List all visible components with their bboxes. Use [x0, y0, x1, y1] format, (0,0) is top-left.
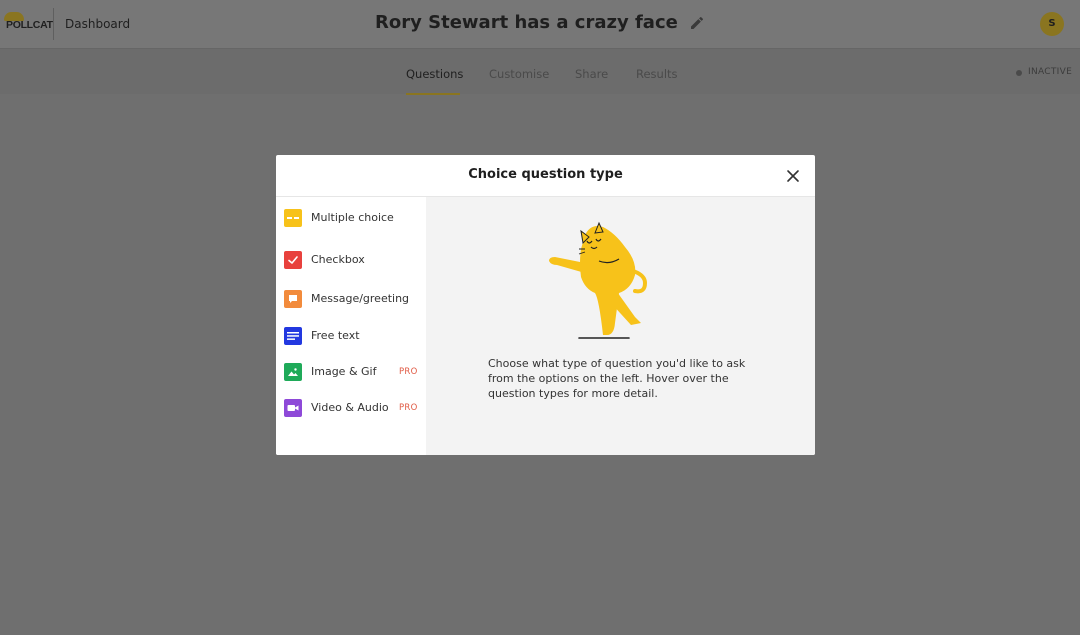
option-label: Checkbox — [311, 253, 365, 266]
question-type-list: Multiple choice Checkbox Message/greetin… — [276, 197, 426, 455]
question-type-detail-panel: Choose what type of question you'd like … — [426, 197, 815, 455]
message-icon — [284, 290, 302, 308]
option-label: Free text — [311, 329, 360, 342]
modal-title: Choice question type — [468, 167, 623, 182]
instruction-text: Choose what type of question you'd like … — [488, 357, 746, 400]
option-image-gif[interactable]: Image & Gif PRO — [284, 360, 424, 384]
free-text-icon — [284, 327, 302, 345]
option-label: Multiple choice — [311, 211, 394, 224]
checkbox-icon — [284, 251, 302, 269]
option-label: Message/greeting — [311, 292, 410, 305]
option-video-audio[interactable]: Video & Audio PRO — [284, 396, 424, 420]
tab-results[interactable]: Results — [636, 67, 678, 81]
image-icon — [284, 363, 302, 381]
survey-title[interactable]: Rory Stewart has a crazy face — [375, 12, 678, 33]
title-wrap: Rory Stewart has a crazy face — [0, 12, 1080, 33]
active-tab-indicator — [406, 93, 460, 95]
video-icon — [284, 399, 302, 417]
tab-customise[interactable]: Customise — [489, 67, 549, 81]
status-dot-icon — [1016, 70, 1022, 76]
user-avatar[interactable]: S — [1040, 12, 1064, 36]
pro-badge: PRO — [399, 403, 418, 413]
multiple-choice-icon — [284, 209, 302, 227]
tab-questions[interactable]: Questions — [406, 67, 463, 81]
tab-share[interactable]: Share — [575, 67, 608, 81]
option-label: Video & Audio — [311, 401, 389, 414]
top-bar: POLLCAT Dashboard Rory Stewart has a cra… — [0, 0, 1080, 48]
modal-header: Choice question type — [276, 155, 815, 197]
option-multiple-choice[interactable]: Multiple choice — [284, 206, 424, 230]
option-checkbox[interactable]: Checkbox — [284, 248, 424, 272]
option-message-greeting[interactable]: Message/greeting — [284, 287, 424, 311]
pencil-edit-icon[interactable] — [689, 15, 705, 31]
pro-badge: PRO — [399, 367, 418, 377]
question-type-modal: Choice question type Multiple choice Che… — [276, 155, 815, 455]
close-icon[interactable] — [786, 168, 800, 182]
tab-bar: Questions Customise Share Results INACTI… — [0, 48, 1080, 95]
option-label: Image & Gif — [311, 365, 377, 378]
option-free-text[interactable]: Free text — [284, 324, 424, 348]
cat-pointing-illustration — [541, 219, 666, 343]
status-label: INACTIVE — [1028, 67, 1073, 77]
